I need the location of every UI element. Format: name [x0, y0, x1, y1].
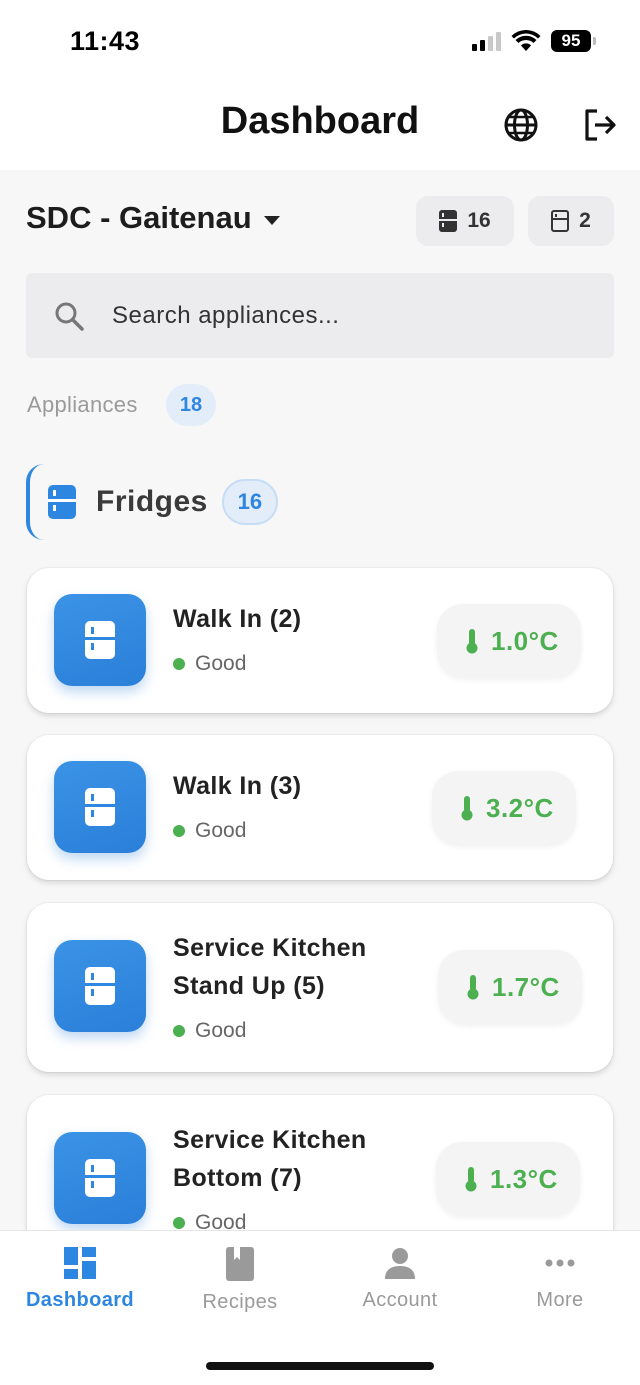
- fridge-count-chip[interactable]: 16: [416, 196, 514, 246]
- status-text: Good: [195, 652, 247, 675]
- status-dot-icon: [173, 658, 185, 670]
- appliance-name-line: Stand Up (5): [173, 972, 326, 1000]
- location-name: SDC - Gaitenau: [26, 200, 252, 235]
- nav-recipes[interactable]: Recipes: [160, 1231, 320, 1330]
- fridge-icon: [54, 761, 146, 853]
- dashboard-icon: [64, 1247, 96, 1279]
- appliance-name-line: Service Kitchen: [173, 934, 367, 962]
- home-indicator[interactable]: [206, 1362, 434, 1370]
- app-header: Dashboard: [0, 84, 640, 170]
- section-count-badge: 16: [221, 479, 278, 525]
- search-icon: [55, 302, 84, 331]
- person-icon: [385, 1248, 415, 1279]
- appliance-name: Service Kitchen Stand Up (5): [173, 929, 367, 1005]
- temperature-badge: 1.0°C: [437, 604, 581, 678]
- appliance-status: Good: [173, 819, 246, 843]
- fridge-count: 16: [467, 209, 491, 232]
- fridge-icon: [54, 940, 146, 1032]
- wifi-icon: [511, 30, 541, 51]
- status-dot-icon: [173, 1025, 185, 1037]
- appliances-label: Appliances: [27, 392, 138, 417]
- home-indicator-area: [0, 1330, 640, 1385]
- nav-label: Recipes: [202, 1291, 278, 1313]
- bottom-nav: Dashboard Recipes Account More: [0, 1230, 640, 1330]
- appliance-status: Good: [173, 1019, 246, 1043]
- section-title: Fridges: [96, 485, 208, 518]
- status-time: 11:43: [70, 26, 141, 56]
- appliance-name-line: Service Kitchen: [173, 1126, 367, 1154]
- freezer-count-chip[interactable]: 2: [528, 196, 614, 246]
- temperature-badge: 1.3°C: [436, 1142, 580, 1216]
- nav-account[interactable]: Account: [320, 1231, 480, 1330]
- fridge-icon: [439, 210, 458, 232]
- nav-more[interactable]: More: [480, 1231, 640, 1330]
- fridge-icon: [48, 485, 76, 519]
- temperature-value: 1.0°C: [491, 625, 559, 656]
- status-text: Good: [195, 1019, 247, 1042]
- status-icons: 95: [472, 30, 596, 52]
- temperature-value: 1.3°C: [490, 1163, 558, 1194]
- nav-dashboard[interactable]: Dashboard: [0, 1231, 160, 1330]
- appliance-card[interactable]: Walk In (2) Good 1.0°C: [27, 568, 613, 713]
- temperature-value: 3.2°C: [486, 792, 554, 823]
- status-bar: 11:43 95: [0, 0, 640, 84]
- nav-label: Account: [362, 1289, 438, 1311]
- appliance-name: Walk In (2): [173, 605, 302, 633]
- temperature-badge: 1.7°C: [438, 950, 582, 1024]
- logout-icon: [585, 109, 616, 141]
- fridge-icon: [54, 594, 146, 686]
- more-horizontal-icon: [545, 1259, 575, 1267]
- appliance-name: Service Kitchen Bottom (7): [173, 1121, 367, 1197]
- chevron-down-icon: [263, 215, 280, 225]
- language-button[interactable]: [500, 104, 542, 146]
- battery-level: 95: [551, 30, 591, 52]
- appliance-status: Good: [173, 652, 246, 676]
- nav-label: More: [536, 1289, 584, 1311]
- thermometer-icon: [467, 975, 479, 1000]
- thermometer-icon: [465, 1167, 477, 1192]
- fridge-icon: [54, 1132, 146, 1224]
- appliance-card[interactable]: Walk In (3) Good 3.2°C: [27, 735, 613, 880]
- logout-button[interactable]: [578, 104, 620, 146]
- appliance-name: Walk In (3): [173, 772, 302, 800]
- appliance-card[interactable]: Service Kitchen Stand Up (5) Good 1.7°C: [27, 903, 613, 1072]
- cellular-signal-icon: [472, 31, 501, 51]
- location-selector[interactable]: SDC - Gaitenau: [26, 200, 280, 236]
- search-bar[interactable]: [26, 273, 614, 358]
- globe-icon: [504, 108, 538, 142]
- status-dot-icon: [173, 1217, 185, 1229]
- battery-icon: 95: [551, 30, 596, 52]
- fridges-section-header[interactable]: Fridges 16: [26, 464, 326, 540]
- status-text: Good: [195, 819, 247, 842]
- appliances-count-badge: 18: [166, 384, 216, 426]
- book-icon: [226, 1247, 254, 1281]
- appliance-name-line: Bottom (7): [173, 1164, 302, 1192]
- temperature-badge: 3.2°C: [432, 771, 576, 845]
- freezer-count: 2: [579, 209, 591, 232]
- thermometer-icon: [466, 629, 478, 654]
- freezer-icon: [551, 210, 570, 232]
- page-title: Dashboard: [220, 100, 420, 142]
- temperature-value: 1.7°C: [492, 971, 560, 1002]
- status-dot-icon: [173, 825, 185, 837]
- nav-label: Dashboard: [25, 1289, 135, 1311]
- search-input[interactable]: [112, 301, 592, 330]
- thermometer-icon: [461, 796, 473, 821]
